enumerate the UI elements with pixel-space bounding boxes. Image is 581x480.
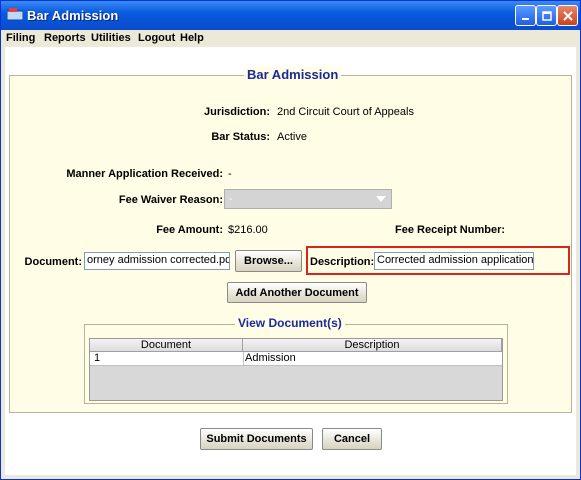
submit-documents-button[interactable]: Submit Documents <box>200 428 313 450</box>
app-window: Bar Admission Filing Reports Utilities L… <box>0 0 581 480</box>
minimize-button[interactable] <box>515 5 536 26</box>
close-button[interactable] <box>557 5 578 26</box>
title-bar[interactable]: Bar Admission <box>1 1 580 30</box>
column-header-description[interactable]: Description <box>243 339 502 352</box>
fee-receipt-label: Fee Receipt Number: <box>395 224 506 236</box>
menu-utilities[interactable]: Utilities <box>91 32 131 44</box>
view-documents-legend: View Document(s) <box>235 316 345 330</box>
window-title: Bar Admission <box>27 8 119 23</box>
maximize-button[interactable] <box>536 5 557 26</box>
browse-button[interactable]: Browse... <box>235 250 302 272</box>
minimize-icon <box>521 17 529 20</box>
documents-table: Document Description 1 Admission <box>89 338 503 401</box>
manner-label: Manner Application Received: <box>66 168 223 180</box>
add-another-document-button[interactable]: Add Another Document <box>227 282 367 303</box>
description-field[interactable]: Corrected admission application <box>374 252 534 270</box>
content-area: Bar Admission Jurisdiction: 2nd Circuit … <box>5 47 576 475</box>
table-cell-description: Admission <box>245 352 296 364</box>
manner-value: - <box>228 168 232 180</box>
cancel-button[interactable]: Cancel <box>322 428 382 450</box>
description-label: Description: <box>310 256 375 268</box>
close-icon <box>562 10 573 21</box>
menu-bar: Filing Reports Utilities Logout Help <box>1 30 580 47</box>
menu-logout[interactable]: Logout <box>138 32 175 44</box>
menu-filing[interactable]: Filing <box>6 32 35 44</box>
maximize-icon <box>541 10 552 21</box>
fee-waiver-select[interactable]: - <box>224 189 392 209</box>
fee-amount-label: Fee Amount: <box>156 224 223 236</box>
document-label: Document: <box>24 256 82 268</box>
column-divider <box>243 352 244 365</box>
table-row[interactable]: 1 Admission <box>90 352 502 366</box>
document-field[interactable]: orney admission corrected.pdf <box>84 252 230 270</box>
fee-waiver-value: - <box>229 193 233 205</box>
column-header-document[interactable]: Document <box>90 339 243 352</box>
panel-legend: Bar Admission <box>244 67 342 82</box>
menu-help[interactable]: Help <box>180 32 204 44</box>
menu-reports[interactable]: Reports <box>44 32 86 44</box>
fee-waiver-label: Fee Waiver Reason: <box>118 194 223 206</box>
table-cell-document: 1 <box>94 352 101 364</box>
view-documents-panel: View Document(s) Document Description 1 … <box>84 316 508 404</box>
bar-admission-panel: Bar Admission Jurisdiction: 2nd Circuit … <box>9 67 572 413</box>
fee-amount-value: $216.00 <box>228 224 268 236</box>
jurisdiction-label: Jurisdiction: <box>203 106 270 118</box>
bar-status-label: Bar Status: <box>211 131 270 143</box>
app-icon <box>7 8 23 21</box>
jurisdiction-value: 2nd Circuit Court of Appeals <box>277 106 414 118</box>
bar-status-value: Active <box>277 131 307 143</box>
chevron-down-icon <box>376 196 386 202</box>
